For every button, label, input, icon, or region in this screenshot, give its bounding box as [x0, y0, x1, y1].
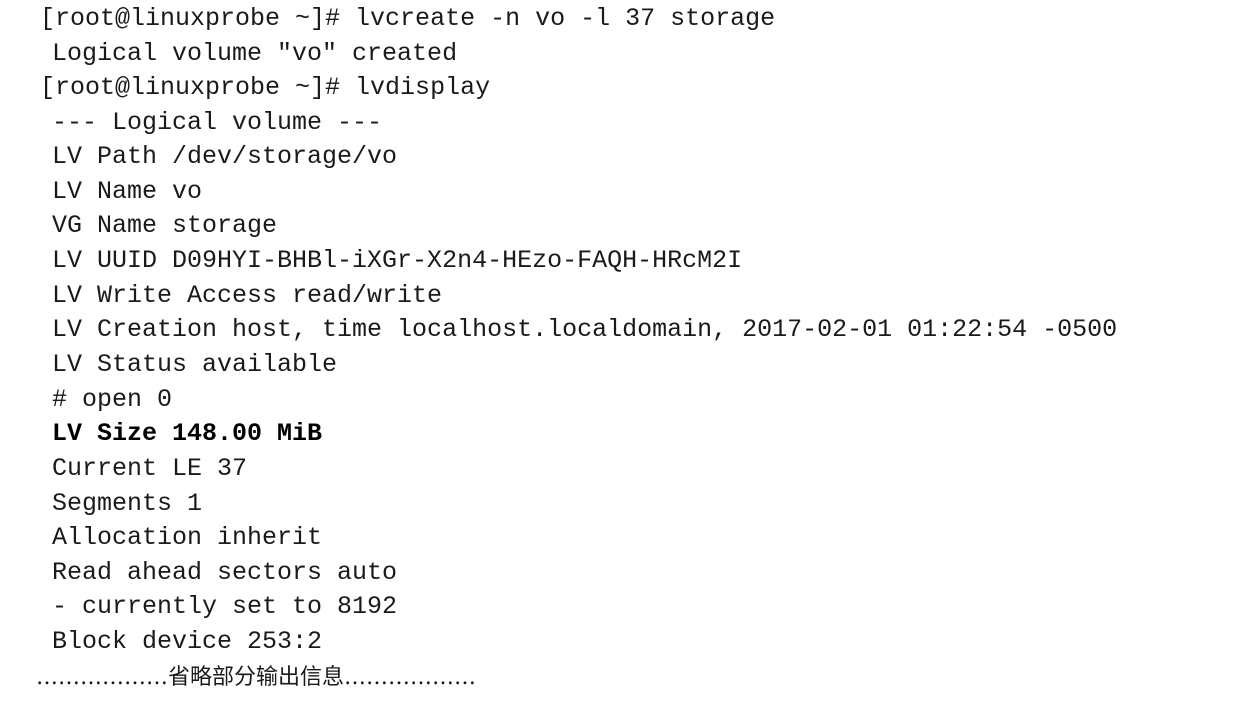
- output-line-vg-name: VG Name storage: [52, 211, 278, 240]
- output-line-open: # open 0: [52, 385, 173, 414]
- output-line-lv-path: LV Path /dev/storage/vo: [52, 142, 398, 171]
- output-line-block-device: Block device 253:2: [52, 627, 323, 656]
- output-line-lv-uuid: LV UUID D09HYI-BHBl-iXGr-X2n4-HEzo-FAQH-…: [52, 246, 743, 275]
- output-line-current-le: Current LE 37: [52, 454, 248, 483]
- command-prompt-lvdisplay: [root@linuxprobe ~]# lvdisplay: [40, 73, 491, 102]
- output-line-lv-size: LV Size 148.00 MiB: [52, 419, 323, 448]
- output-line-creation-host: LV Creation host, time localhost.localdo…: [52, 315, 1118, 344]
- command-prompt-lvcreate: [root@linuxprobe ~]# lvcreate -n vo -l 3…: [40, 4, 776, 33]
- output-line-write-access: LV Write Access read/write: [52, 281, 443, 310]
- output-line-header: --- Logical volume ---: [52, 108, 383, 137]
- output-line-lv-name: LV Name vo: [52, 177, 203, 206]
- output-line-read-ahead: Read ahead sectors auto: [52, 558, 398, 587]
- output-line-created: Logical volume "vo" created: [52, 39, 458, 68]
- terminal-output: [root@linuxprobe ~]# lvcreate -n vo -l 3…: [0, 0, 1239, 702]
- output-line-allocation: Allocation inherit: [52, 523, 323, 552]
- output-line-lv-status: LV Status available: [52, 350, 338, 379]
- output-line-segments: Segments 1: [52, 489, 203, 518]
- output-line-currently-set: - currently set to 8192: [52, 592, 398, 621]
- omitted-output-note: ………………省略部分输出信息………………: [36, 665, 477, 690]
